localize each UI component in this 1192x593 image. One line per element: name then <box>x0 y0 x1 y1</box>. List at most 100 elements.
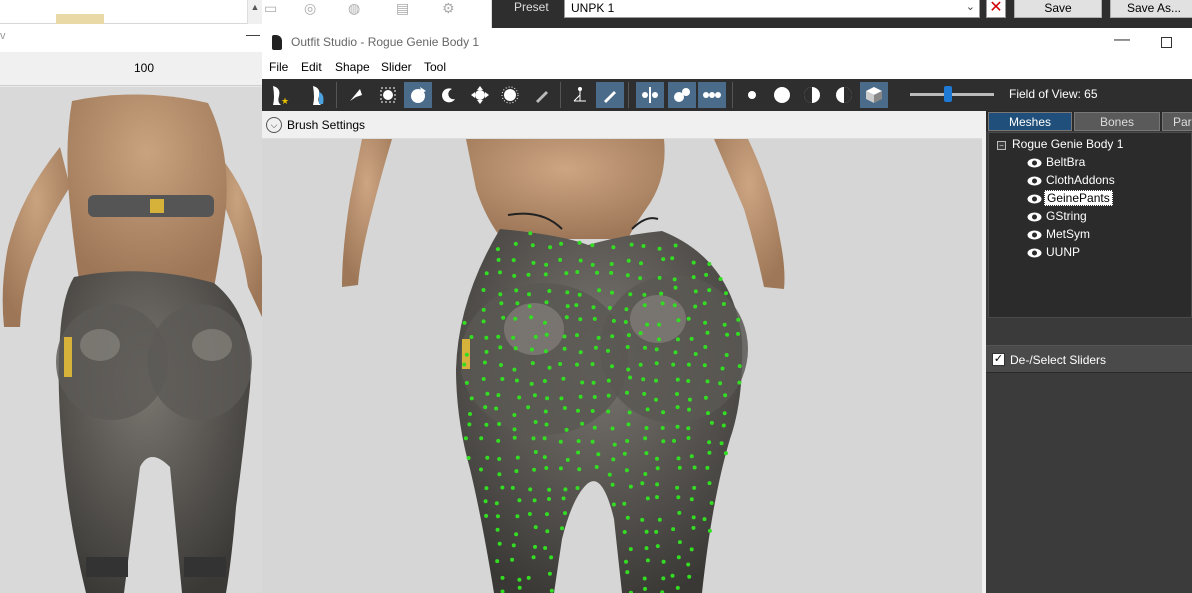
vertex-point <box>724 291 728 296</box>
mesh-item-clothaddons[interactable]: ClothAddons <box>1027 171 1117 189</box>
mesh-item-geinepants[interactable]: GeinePants <box>1027 189 1113 207</box>
vertex-point <box>610 290 614 295</box>
vertex-point <box>517 498 522 503</box>
vertex-point <box>545 529 550 534</box>
minimize-button[interactable]: — <box>246 26 260 42</box>
preset-dropdown[interactable]: UNPK 1 ⌄ <box>564 0 980 18</box>
maximize-button[interactable] <box>1161 37 1172 48</box>
mesh-name: MetSym <box>1046 227 1091 241</box>
mesh-item-gstring[interactable]: GString <box>1027 207 1089 225</box>
globe-icon: ◍ <box>348 0 361 16</box>
eye-icon[interactable] <box>1027 194 1042 204</box>
menu-file[interactable]: File <box>269 60 288 74</box>
vertex-point <box>592 395 597 399</box>
toolbar-separator <box>336 82 337 108</box>
vertex-point <box>645 558 650 563</box>
vertex-point <box>724 353 729 357</box>
mirror-x-button[interactable] <box>636 82 664 108</box>
window-titlebar[interactable]: Outfit Studio - Rogue Genie Body 1 — <box>262 28 1192 57</box>
app-icon <box>272 35 282 50</box>
preview-viewport-left[interactable] <box>0 87 262 593</box>
inflate-brush-button[interactable] <box>434 82 462 108</box>
outfit-studio-icon-button[interactable]: ★ <box>264 82 292 108</box>
vertex-point <box>578 258 583 263</box>
transform-select-button[interactable] <box>374 82 402 108</box>
tab-meshes[interactable]: Meshes <box>988 112 1072 131</box>
smooth-brush-button[interactable] <box>496 82 524 108</box>
vertex-point <box>596 452 601 457</box>
vertex-point <box>675 377 680 382</box>
field-of-view-slider[interactable] <box>910 79 994 111</box>
eye-icon[interactable] <box>1027 158 1042 168</box>
tab-partitions[interactable]: Par <box>1162 112 1192 131</box>
vertex-point <box>596 335 601 340</box>
mesh-name: GeinePants <box>1044 190 1113 206</box>
collapse-icon[interactable]: − <box>997 141 1006 150</box>
weight-brush-button[interactable] <box>528 82 556 108</box>
eye-icon[interactable] <box>1027 176 1042 186</box>
select-sliders-label[interactable]: De-/Select Sliders <box>1010 353 1106 367</box>
character-back-preview <box>2 94 262 593</box>
view-right-button[interactable] <box>830 82 858 108</box>
delete-preset-button[interactable]: ✕ <box>986 0 1006 18</box>
expand-toggle-button[interactable]: ⌵ <box>266 117 282 133</box>
select-brush-button[interactable] <box>342 82 370 108</box>
slider-thumb[interactable] <box>944 86 952 102</box>
mesh-item-metsym[interactable]: MetSym <box>1027 225 1092 243</box>
save-button[interactable]: Save <box>1014 0 1102 18</box>
vertex-point <box>641 244 646 248</box>
vertex-point <box>532 393 537 398</box>
vertex-point <box>671 527 676 532</box>
vertex-point <box>469 396 474 401</box>
menu-shape[interactable]: Shape <box>335 60 370 74</box>
vertex-point <box>558 362 563 366</box>
mesh-item-beltbra[interactable]: BeltBra <box>1027 153 1087 171</box>
view-back-button[interactable] <box>768 82 796 108</box>
menu-edit[interactable]: Edit <box>301 60 322 74</box>
view-left-button[interactable] <box>798 82 826 108</box>
vertex-edit-button[interactable] <box>566 82 594 108</box>
sliders-header: ✓ De-/Select Sliders <box>986 345 1192 373</box>
vertex-point <box>672 303 677 308</box>
minimize-button[interactable]: — <box>1114 31 1130 49</box>
vertex-point <box>703 345 708 349</box>
vertex-point <box>549 555 554 560</box>
vertex-point <box>590 243 595 248</box>
vertex-point <box>693 352 698 356</box>
connected-only-button[interactable] <box>668 82 696 108</box>
vertex-point <box>594 465 599 469</box>
vertex-point <box>626 422 631 427</box>
vertex-point <box>529 381 534 386</box>
menu-slider[interactable]: Slider <box>381 60 412 74</box>
move-brush-button[interactable] <box>466 82 494 108</box>
vertex-point <box>496 257 501 262</box>
view-front-button[interactable] <box>738 82 766 108</box>
edit-mode-button[interactable] <box>596 82 624 108</box>
vertex-point <box>513 346 518 351</box>
eye-icon[interactable] <box>1027 248 1042 258</box>
move-arrows-icon <box>471 86 489 104</box>
menu-tool[interactable]: Tool <box>424 60 446 74</box>
vertex-point <box>497 422 502 426</box>
vertex-point <box>526 272 531 277</box>
3d-viewport[interactable] <box>262 139 986 593</box>
global-brush-button[interactable] <box>698 82 726 108</box>
vertex-point <box>484 486 489 491</box>
mesh-item-uunp[interactable]: UUNP <box>1027 243 1082 261</box>
tree-root-outfit[interactable]: − Rogue Genie Body 1 <box>997 135 1123 153</box>
reference-figure-button[interactable] <box>304 82 332 108</box>
vertex-point <box>593 345 598 350</box>
scrollbar-up-arrow[interactable]: ▲ <box>247 0 262 24</box>
perspective-toggle-button[interactable] <box>860 82 888 108</box>
vertex-point <box>544 300 549 305</box>
eye-icon[interactable] <box>1027 212 1042 222</box>
select-sliders-checkbox[interactable]: ✓ <box>992 353 1005 366</box>
mask-brush-button[interactable] <box>404 82 432 108</box>
vertex-point <box>580 421 585 426</box>
save-as-button[interactable]: Save As... <box>1110 0 1192 18</box>
vertex-point <box>481 319 486 324</box>
eye-icon[interactable] <box>1027 230 1042 240</box>
brush-settings-label[interactable]: Brush Settings <box>287 118 365 132</box>
tab-bones[interactable]: Bones <box>1074 112 1160 131</box>
vertex-point <box>512 435 517 440</box>
